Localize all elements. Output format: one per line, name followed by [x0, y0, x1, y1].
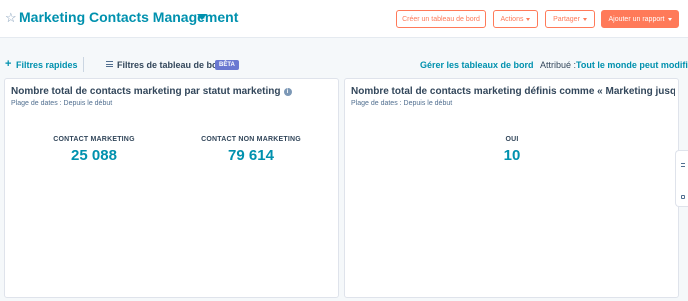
- assigned-value-link[interactable]: Tout le monde peut modifier: [576, 60, 688, 70]
- report-card-title[interactable]: Nombre total de contacts marketing par s…: [11, 86, 335, 97]
- report-card-title-text: Nombre total de contacts marketing par s…: [11, 86, 281, 97]
- grid-icon[interactable]: [681, 163, 685, 167]
- beta-badge: BÊTA: [215, 60, 239, 70]
- caret-down-icon: [582, 17, 587, 21]
- share-button[interactable]: Partager: [545, 10, 595, 28]
- metric-value: 25 088: [71, 147, 117, 164]
- metric-value: 79 614: [228, 147, 274, 164]
- report-card-marketing-until[interactable]: Nombre total de contacts marketing défin…: [344, 78, 679, 298]
- manage-dashboards-link[interactable]: Gérer les tableaux de bord: [420, 60, 534, 70]
- divider: [83, 57, 84, 72]
- caret-down-icon[interactable]: [197, 14, 207, 20]
- create-dashboard-label: Créer un tableau de bord: [402, 15, 480, 23]
- assigned-label: Attribué :: [540, 60, 577, 70]
- actions-button[interactable]: Actions: [493, 10, 538, 28]
- metric-value: 10: [503, 147, 521, 164]
- quick-filters-link[interactable]: Filtres rapides: [16, 60, 78, 70]
- actions-label: Actions: [500, 15, 524, 23]
- side-panel-tab[interactable]: [675, 150, 688, 207]
- caret-down-icon: [526, 17, 531, 21]
- add-report-button[interactable]: Ajouter un rapport: [601, 10, 679, 28]
- plus-icon[interactable]: +: [5, 58, 11, 70]
- dashboard-header: ☆ Marketing Contacts Management Créer un…: [0, 0, 688, 38]
- create-dashboard-button[interactable]: Créer un tableau de bord: [396, 10, 486, 28]
- caret-down-icon: [667, 17, 672, 21]
- star-icon[interactable]: ☆: [5, 10, 17, 26]
- comment-icon[interactable]: [681, 195, 685, 199]
- metric-label: CONTACT MARKETING: [53, 136, 135, 143]
- date-range-text: Plage de dates : Depuis le début: [351, 100, 453, 107]
- share-label: Partager: [553, 15, 580, 23]
- dashboard-filters-button[interactable]: Filtres de tableau de bord: [117, 60, 227, 70]
- filter-lines-icon: [106, 61, 113, 67]
- report-card-marketing-status[interactable]: Nombre total de contacts marketing par s…: [4, 78, 339, 298]
- metric-label: CONTACT NON MARKETING: [201, 136, 301, 143]
- date-range-text: Plage de dates : Depuis le début: [11, 100, 113, 107]
- report-card-title[interactable]: Nombre total de contacts marketing défin…: [351, 86, 675, 97]
- metric-label: OUI: [505, 136, 519, 143]
- add-report-label: Ajouter un rapport: [608, 15, 665, 23]
- info-icon[interactable]: i: [283, 88, 292, 96]
